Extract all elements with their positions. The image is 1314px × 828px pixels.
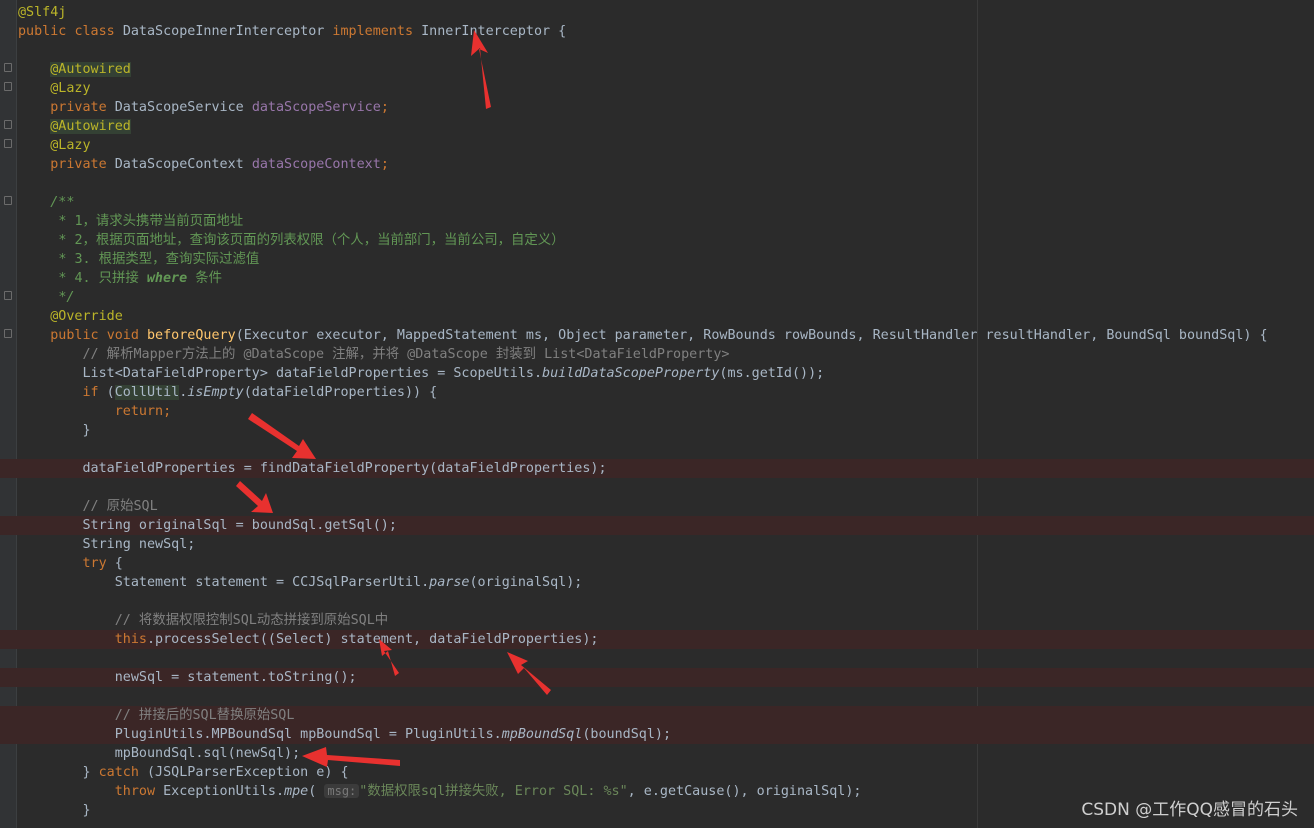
highlighted-code-line: this.processSelect((Select) statement, d… xyxy=(0,630,1314,649)
code-line: @Lazy xyxy=(50,81,91,96)
highlighted-code-line: dataFieldProperties = findDataFieldPrope… xyxy=(0,459,1314,478)
highlighted-code-line: PluginUtils.MPBoundSql mpBoundSql = Plug… xyxy=(0,725,1314,744)
code-line: * 1，请求头携带当前页面地址 xyxy=(58,214,244,229)
code-line: @Autowired xyxy=(50,119,131,134)
code-line: mpBoundSql.sql(newSql); xyxy=(114,746,301,761)
class-name: DataScopeInnerInterceptor xyxy=(122,24,325,39)
code-line: // 将数据权限控制SQL动态拼接到原始SQL中 xyxy=(114,613,389,628)
highlighted-code-line: // 拼接后的SQL替换原始SQL xyxy=(0,706,1314,725)
highlighted-code-line: String originalSql = boundSql.getSql(); xyxy=(0,516,1314,535)
code-line: /** xyxy=(50,195,75,210)
code-line: @Slf4j xyxy=(18,5,67,20)
fold-marker[interactable] xyxy=(4,291,12,300)
code-line: // 原始SQL xyxy=(82,499,158,514)
fold-marker[interactable] xyxy=(4,120,12,129)
code-line: @Override xyxy=(50,309,123,324)
code-line: * 2，根据页面地址，查询该页面的列表权限（个人，当前部门，当前公司，自定义） xyxy=(58,233,565,248)
watermark: CSDN @工作QQ感冒的石头 xyxy=(1081,800,1298,820)
parameter-hint: msg: xyxy=(324,784,360,798)
code-line: // 解析Mapper方法上的 @DataScope 注解，并将 @DataSc… xyxy=(82,347,730,362)
code-line: Statement statement = CCJSqlParserUtil.p… xyxy=(114,575,583,590)
editor-gutter xyxy=(0,0,17,828)
code-line: private DataScopeService dataScopeServic… xyxy=(50,100,389,115)
code-line: @Autowired xyxy=(50,62,131,77)
fold-marker[interactable] xyxy=(4,139,12,148)
code-line: * 4. 只拼接 where 条件 xyxy=(58,271,223,286)
code-line: */ xyxy=(58,290,75,305)
code-line: public void beforeQuery(Executor executo… xyxy=(50,328,1268,343)
code-line: List<DataFieldProperty> dataFieldPropert… xyxy=(82,366,825,381)
highlighted-code-line: newSql = statement.toString(); xyxy=(0,668,1314,687)
code-line: try { xyxy=(82,556,123,571)
code-line: private DataScopeContext dataScopeContex… xyxy=(50,157,389,172)
code-editor[interactable]: @Slf4j public class DataScopeInnerInterc… xyxy=(0,3,1314,820)
code-line: String newSql; xyxy=(82,537,196,552)
code-line: * 3. 根据类型，查询实际过滤值 xyxy=(58,252,260,267)
code-line: public class DataScopeInnerInterceptor i… xyxy=(18,24,567,39)
fold-marker[interactable] xyxy=(4,63,12,72)
fold-marker[interactable] xyxy=(4,196,12,205)
code-line: } xyxy=(82,423,91,438)
code-line: @Lazy xyxy=(50,138,91,153)
fold-marker[interactable] xyxy=(4,82,12,91)
method-name: beforeQuery xyxy=(147,328,236,343)
code-line: return; xyxy=(114,404,172,419)
fold-marker[interactable] xyxy=(4,329,12,338)
interface-name: InnerInterceptor xyxy=(421,24,551,39)
code-line: if (CollUtil.isEmpty(dataFieldProperties… xyxy=(82,385,438,400)
code-line: } catch (JSQLParserException e) { xyxy=(82,765,349,780)
